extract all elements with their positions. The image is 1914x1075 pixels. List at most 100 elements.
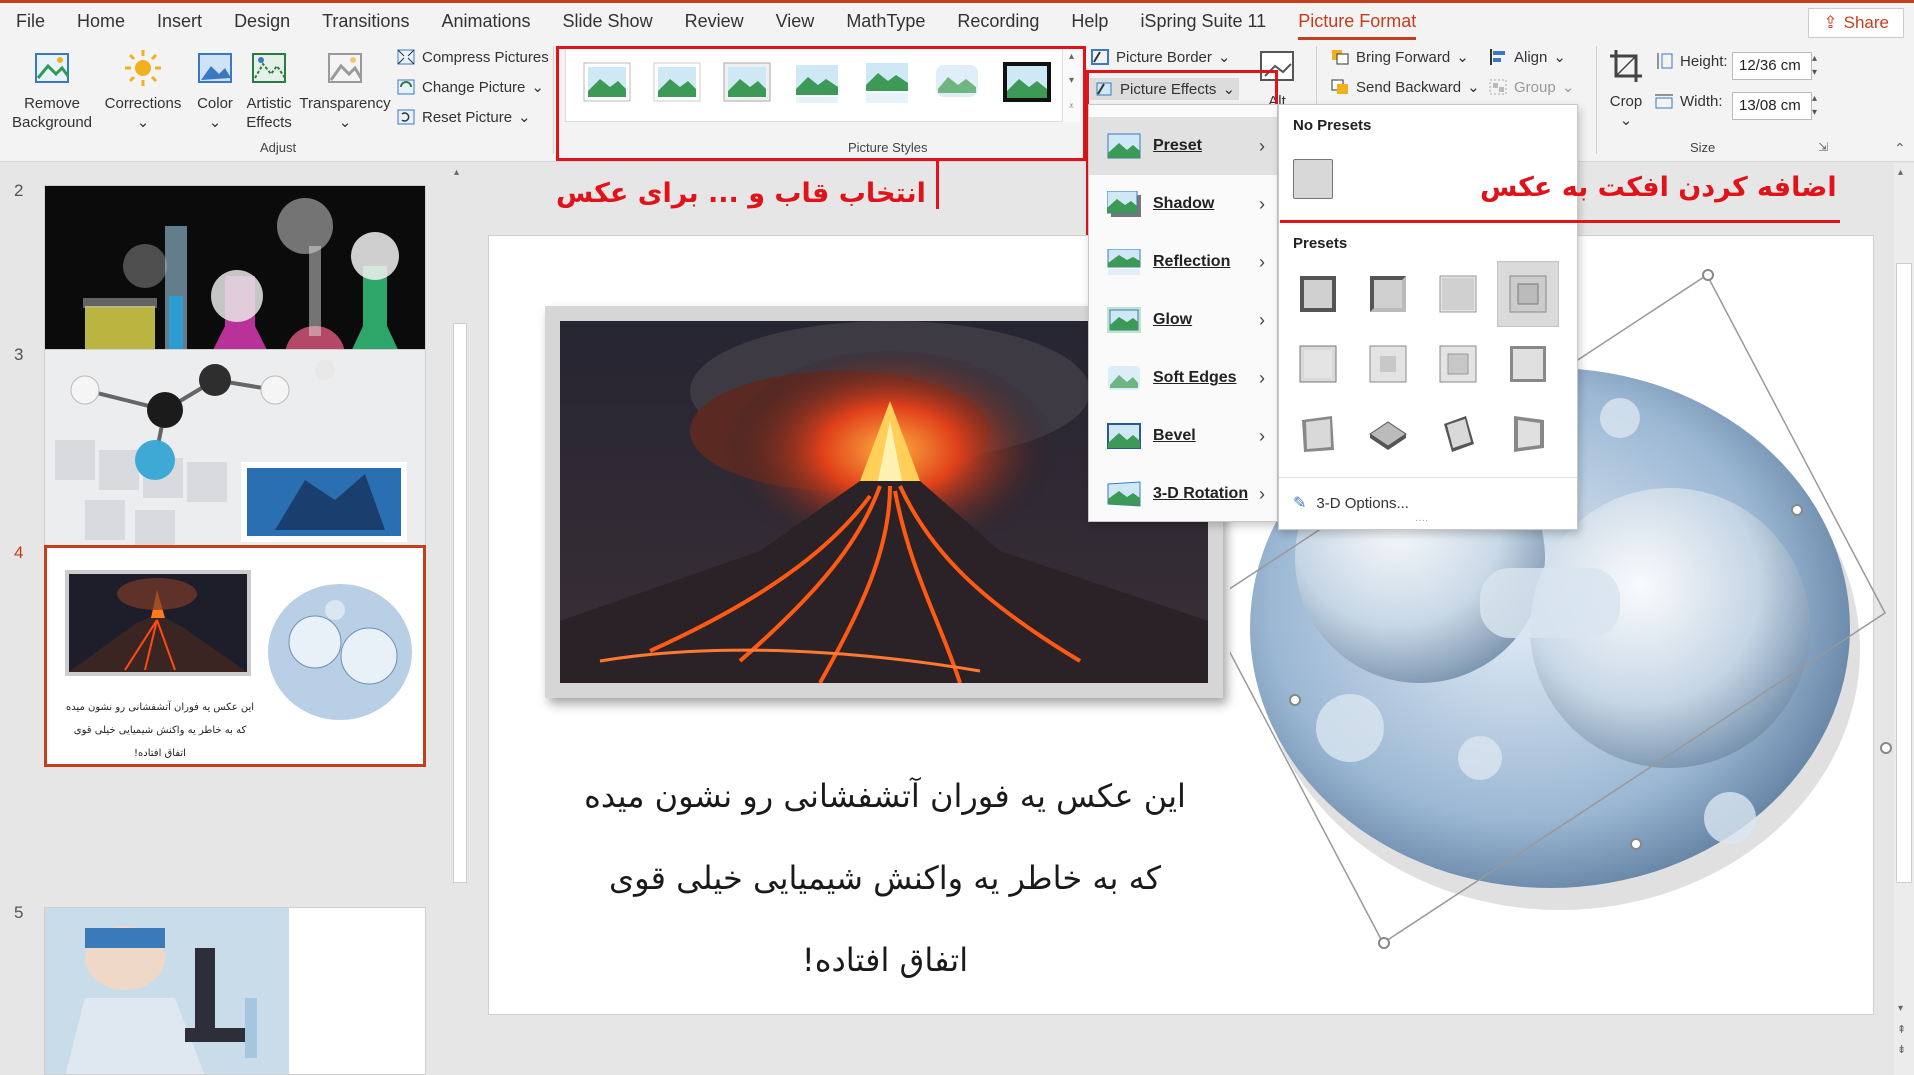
menu-recording[interactable]: Recording [941,3,1055,40]
effect-glow[interactable]: Glow › [1089,291,1277,349]
scroll-down-icon[interactable]: ▾ [1898,1003,1903,1014]
style-thumb-6[interactable] [932,59,982,105]
gallery-scroll-up-icon[interactable]: ▴ [1063,46,1080,68]
remove-background-button[interactable]: Remove Background [8,48,96,132]
menu-home[interactable]: Home [61,3,141,40]
menu-design[interactable]: Design [218,3,306,40]
main-scrollbar[interactable]: ▴ ▾ ⇞ ⇟ [1894,163,1914,1075]
preset-option-12[interactable] [1497,401,1559,467]
preset-option-5[interactable] [1287,331,1349,397]
menu-mathtype[interactable]: MathType [830,3,941,40]
height-spinner[interactable]: ▴ ▾ [1812,52,1817,80]
scroll-up-icon[interactable]: ▴ [454,167,459,178]
slide-thumb-4[interactable]: این عکس یه فوران آتشفشانی رو نشون میده ک… [44,545,426,767]
preset-option-11[interactable] [1427,401,1489,467]
gallery-scroll[interactable]: ▴ ▾ ⩡ [1062,46,1080,122]
slide-body-text[interactable]: این عکس یه فوران آتشفشانی رو نشون میده ک… [540,755,1230,1001]
preset-option-7[interactable] [1427,331,1489,397]
preset-10-icon [1369,421,1407,450]
resize-handle[interactable] [1791,504,1803,516]
style-thumb-3[interactable] [722,59,772,105]
artistic-effects-button[interactable]: Artistic Effects [240,48,298,132]
change-picture-button[interactable]: Change Picture ⌄ [396,78,544,96]
effect-3d-rotation[interactable]: 3-D Rotation › [1089,465,1277,523]
effect-shadow[interactable]: Shadow › [1089,175,1277,233]
next-slide-icon[interactable]: ⇟ [1897,1043,1906,1056]
gallery-scroll-down-icon[interactable]: ▾ [1063,68,1080,94]
previous-slide-icon[interactable]: ⇞ [1897,1023,1906,1036]
style-thumb-4[interactable] [792,59,842,105]
picture-effects-icon [1096,82,1112,96]
effect-soft-edges[interactable]: Soft Edges › [1089,349,1277,407]
picture-effects-menu: Preset › Shadow › Reflection › Glow › So… [1088,104,1278,522]
bubble-thumb-image [268,584,412,720]
menu-separator [1279,477,1577,478]
style-thumb-2[interactable] [652,59,702,105]
glow-icon [1107,307,1141,333]
slide-thumb-5[interactable] [44,907,426,1075]
crop-button[interactable]: Crop ⌄ [1604,46,1648,130]
size-dialog-launcher-icon[interactable]: ⇲ [1818,140,1828,154]
height-input[interactable]: 12/36 cm [1732,52,1812,80]
preset-option-3[interactable] [1427,261,1489,327]
share-button[interactable]: ⇪ Share [1808,8,1904,38]
resize-handle[interactable] [1378,937,1390,949]
compress-pictures-button[interactable]: Compress Pictures [396,48,549,66]
effect-preset[interactable]: Preset › [1089,117,1277,175]
effect-reflection[interactable]: Reflection › [1089,233,1277,291]
menu-view[interactable]: View [760,3,831,40]
scroll-up-icon[interactable]: ▴ [1898,167,1903,178]
preset-option-10[interactable] [1357,401,1419,467]
scrollbar-thumb[interactable] [1896,263,1912,883]
slide-thumb-3[interactable] [44,349,426,565]
resize-handle[interactable] [1702,269,1714,281]
style-thumb-7[interactable] [1002,59,1052,105]
alt-text-button[interactable]: Alt [1252,46,1302,111]
menu-picture-format[interactable]: Picture Format [1282,3,1432,40]
effect-bevel[interactable]: Bevel › [1089,407,1277,465]
menu-insert[interactable]: Insert [141,3,218,40]
preset-option-4[interactable] [1497,261,1559,327]
bring-forward-button[interactable]: Bring Forward ⌄ [1330,48,1469,66]
preset-option-8[interactable] [1497,331,1559,397]
preset-option-1[interactable] [1287,261,1349,327]
picture-styles-gallery[interactable] [565,46,1070,122]
3d-options-button[interactable]: ✎ 3-D Options... [1293,493,1409,513]
picture-effects-button[interactable]: Picture Effects ⌄ [1090,78,1240,100]
size-group-label: Size [1690,140,1716,155]
preset-option-2[interactable] [1357,261,1419,327]
style-thumb-1[interactable] [582,59,632,105]
send-backward-button[interactable]: Send Backward ⌄ [1330,78,1480,96]
menu-file[interactable]: File [0,3,61,40]
style-thumb-5[interactable] [862,59,912,105]
scrollbar-thumb[interactable] [453,323,467,883]
align-button[interactable]: Align ⌄ [1488,48,1566,66]
preset-option-6[interactable] [1357,331,1419,397]
resize-handle[interactable] [1880,742,1892,754]
corrections-button[interactable]: Corrections ⌄ [100,48,186,132]
collapse-ribbon-icon[interactable]: ⌃ [1894,140,1906,157]
reset-picture-button[interactable]: Reset Picture ⌄ [396,108,531,126]
gallery-more-icon[interactable]: ⩡ [1063,94,1080,120]
menu-slide-show[interactable]: Slide Show [547,3,669,40]
menu-ispring[interactable]: iSpring Suite 11 [1124,3,1282,40]
no-preset-option[interactable] [1293,159,1333,199]
color-button[interactable]: Color ⌄ [190,48,240,132]
menu-animations[interactable]: Animations [425,3,546,40]
slide-text-line-3: اتفاق افتاده! [801,941,969,979]
menu-bar: File Home Insert Design Transitions Anim… [0,0,1914,40]
menu-review[interactable]: Review [669,3,760,40]
chevron-right-icon: › [1259,425,1265,446]
width-input[interactable]: 13/08 cm [1732,92,1812,120]
group-button[interactable]: Group ⌄ [1488,78,1574,96]
preset-option-9[interactable] [1287,401,1349,467]
resize-handle[interactable] [1630,838,1642,850]
transparency-button[interactable]: Transparency ⌄ [299,48,391,132]
menu-help[interactable]: Help [1055,3,1124,40]
resize-handle[interactable] [1289,694,1301,706]
width-spinner[interactable]: ▴ ▾ [1812,92,1817,120]
thumbnails-scrollbar[interactable]: ▴ [450,163,470,1075]
resize-grip-icon[interactable]: ···· [1415,515,1428,526]
menu-transitions[interactable]: Transitions [306,3,425,40]
picture-border-button[interactable]: Picture Border ⌄ [1090,48,1230,66]
